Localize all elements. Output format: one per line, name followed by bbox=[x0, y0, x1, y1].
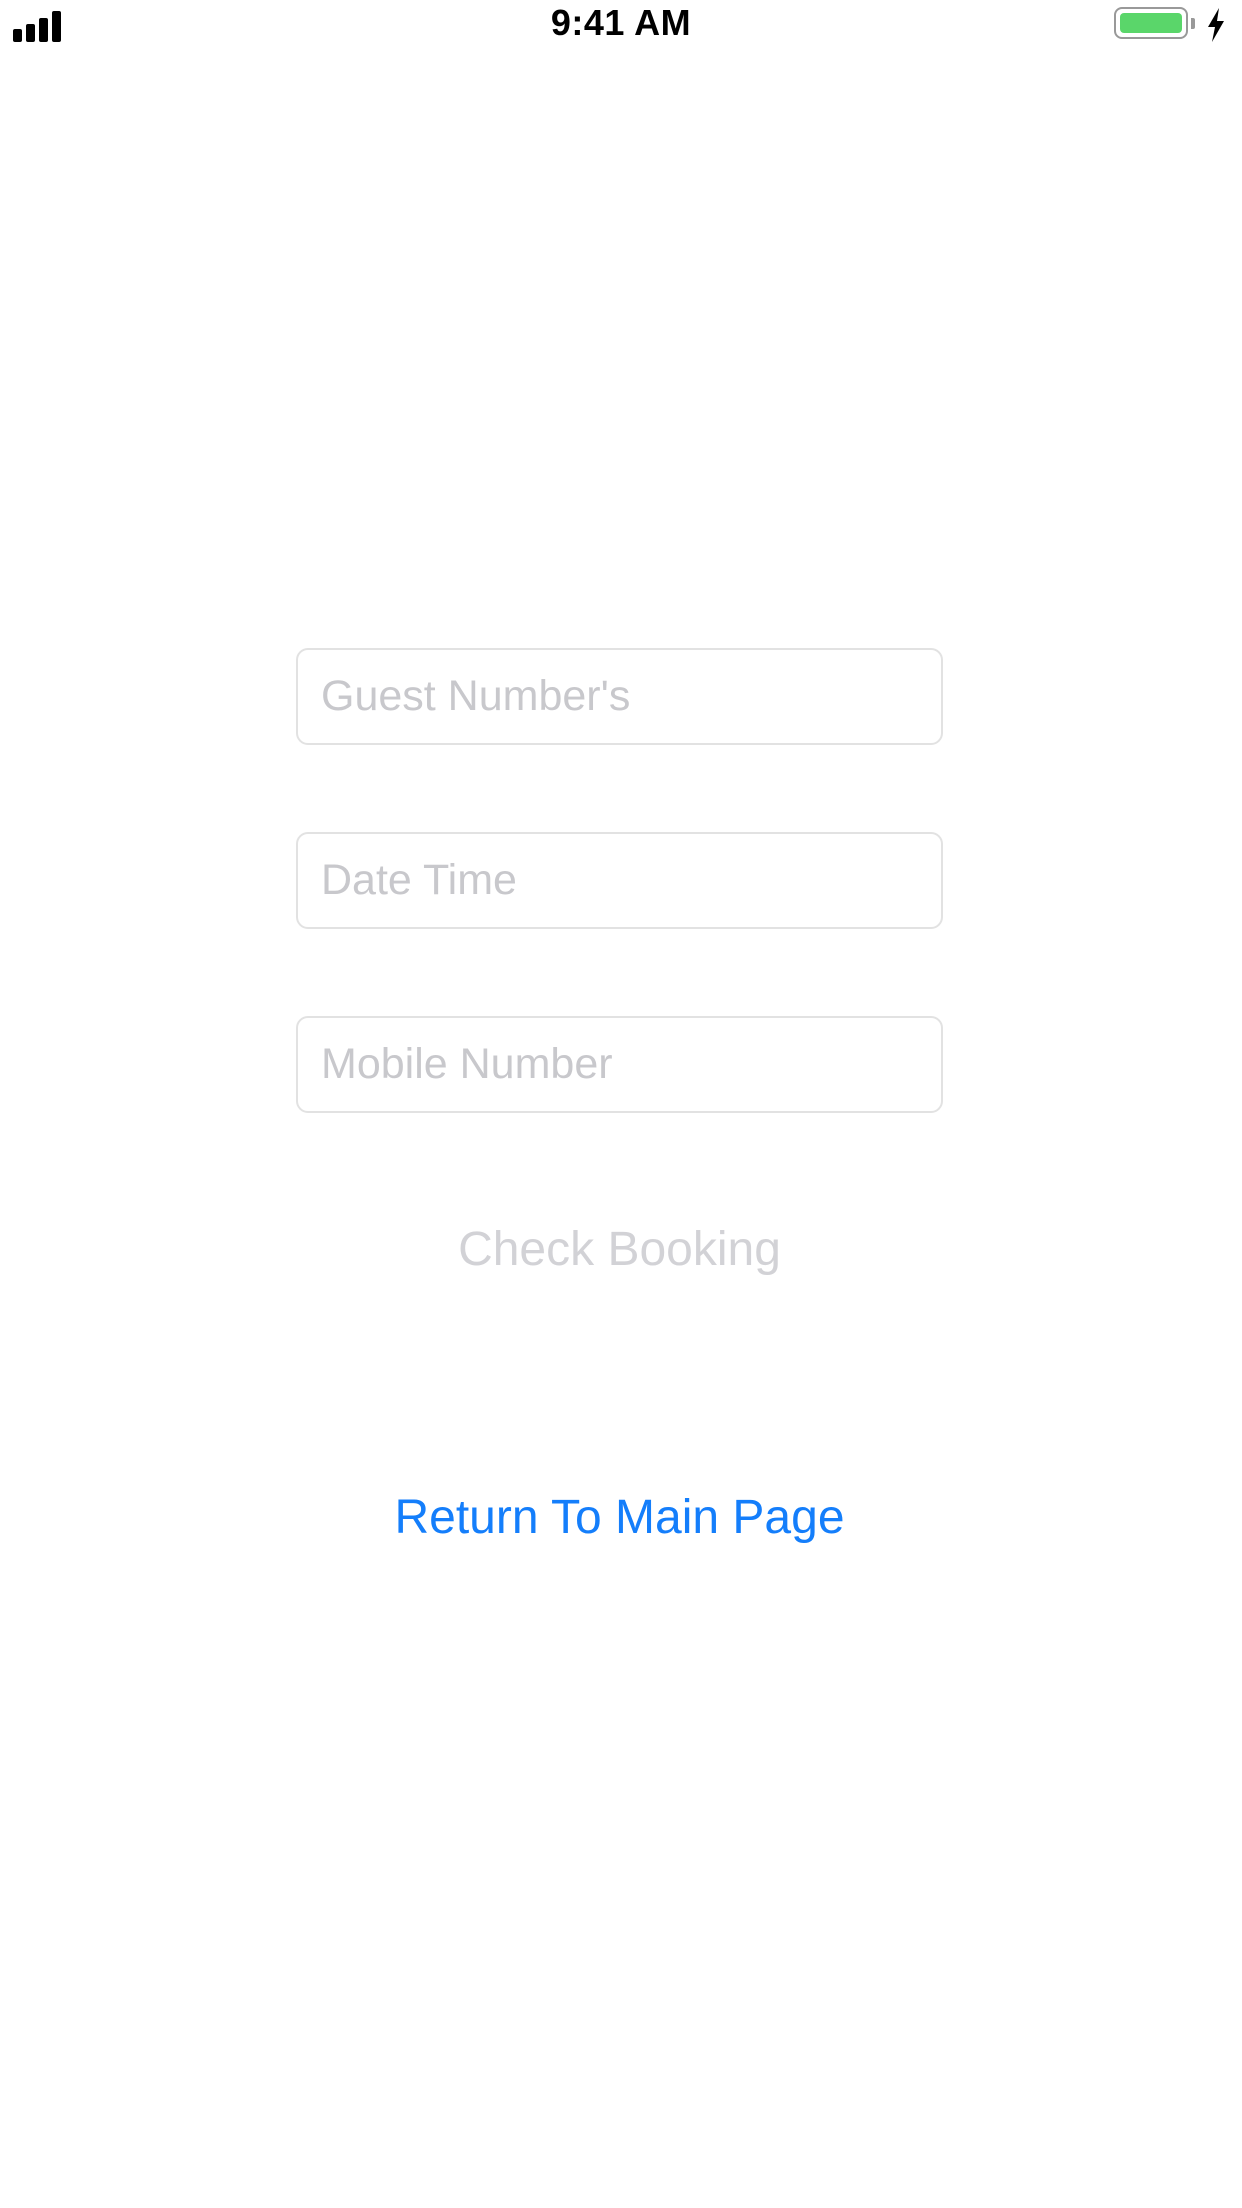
date-time-input[interactable] bbox=[298, 834, 941, 927]
status-time: 9:41 AM bbox=[550, 2, 692, 43]
date-time-field[interactable] bbox=[296, 832, 943, 929]
battery-icon bbox=[1114, 7, 1195, 43]
mobile-number-input[interactable] bbox=[298, 1018, 941, 1111]
mobile-number-field[interactable] bbox=[296, 1016, 943, 1113]
return-to-main-page-button[interactable]: Return To Main Page bbox=[296, 1478, 943, 1558]
check-booking-button[interactable]: Check Booking bbox=[296, 1210, 943, 1290]
guest-number-input[interactable] bbox=[298, 650, 941, 743]
status-bar: 9:41 AM bbox=[0, 0, 1242, 60]
charging-bolt-icon bbox=[1208, 8, 1224, 42]
guest-number-field[interactable] bbox=[296, 648, 943, 745]
